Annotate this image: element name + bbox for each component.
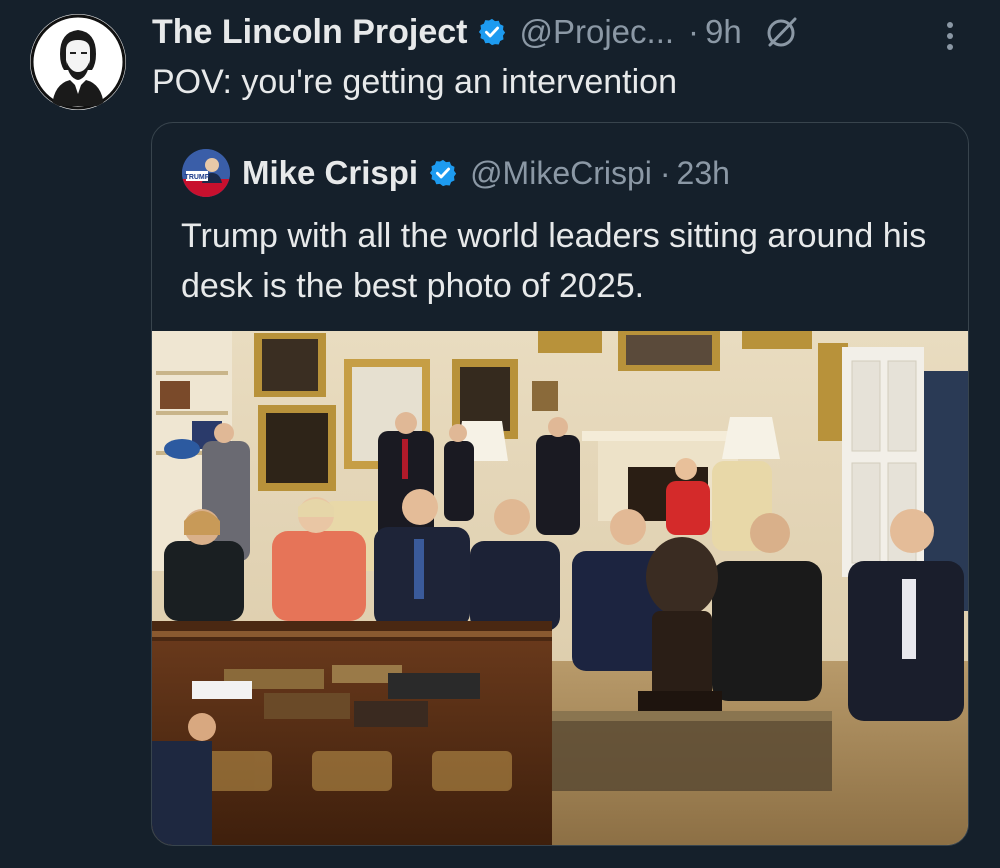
quoted-author-handle[interactable]: @MikeCrispi <box>470 155 652 192</box>
more-options-icon[interactable] <box>940 18 960 54</box>
quoted-tweet-header: Mike Crispi @MikeCrispi · 23h <box>242 149 730 197</box>
lincoln-portrait-icon <box>30 14 126 110</box>
author-avatar[interactable] <box>30 14 126 110</box>
separator-dot: · <box>659 154 671 191</box>
oval-office-photo <box>152 331 968 845</box>
tweet-timestamp[interactable]: 9h <box>705 13 742 51</box>
quoted-tweet-photo[interactable] <box>152 331 968 845</box>
quoted-author-name[interactable]: Mike Crispi <box>242 154 418 192</box>
profile-photo-icon: TRUMP <box>182 149 230 197</box>
avatar-badge-text: TRUMP <box>185 174 210 181</box>
quoted-tweet[interactable]: TRUMP Mike Crispi @MikeCrispi · 23h Trum… <box>151 122 969 846</box>
grok-icon[interactable] <box>764 14 800 50</box>
tweet-text: POV: you're getting an intervention <box>152 63 677 101</box>
tweet-header: The Lincoln Project @Projec... · 9h <box>152 10 800 54</box>
separator-dot: · <box>688 13 700 50</box>
quoted-tweet-timestamp[interactable]: 23h <box>677 155 730 192</box>
author-name[interactable]: The Lincoln Project <box>152 13 467 52</box>
tweet[interactable]: The Lincoln Project @Projec... · 9h POV:… <box>0 0 1000 868</box>
verified-badge-icon <box>428 158 458 188</box>
quoted-author-avatar[interactable]: TRUMP <box>182 149 230 197</box>
author-handle[interactable]: @Projec... <box>519 13 674 51</box>
quoted-tweet-text: Trump with all the world leaders sitting… <box>181 217 927 305</box>
verified-badge-icon <box>477 17 507 47</box>
